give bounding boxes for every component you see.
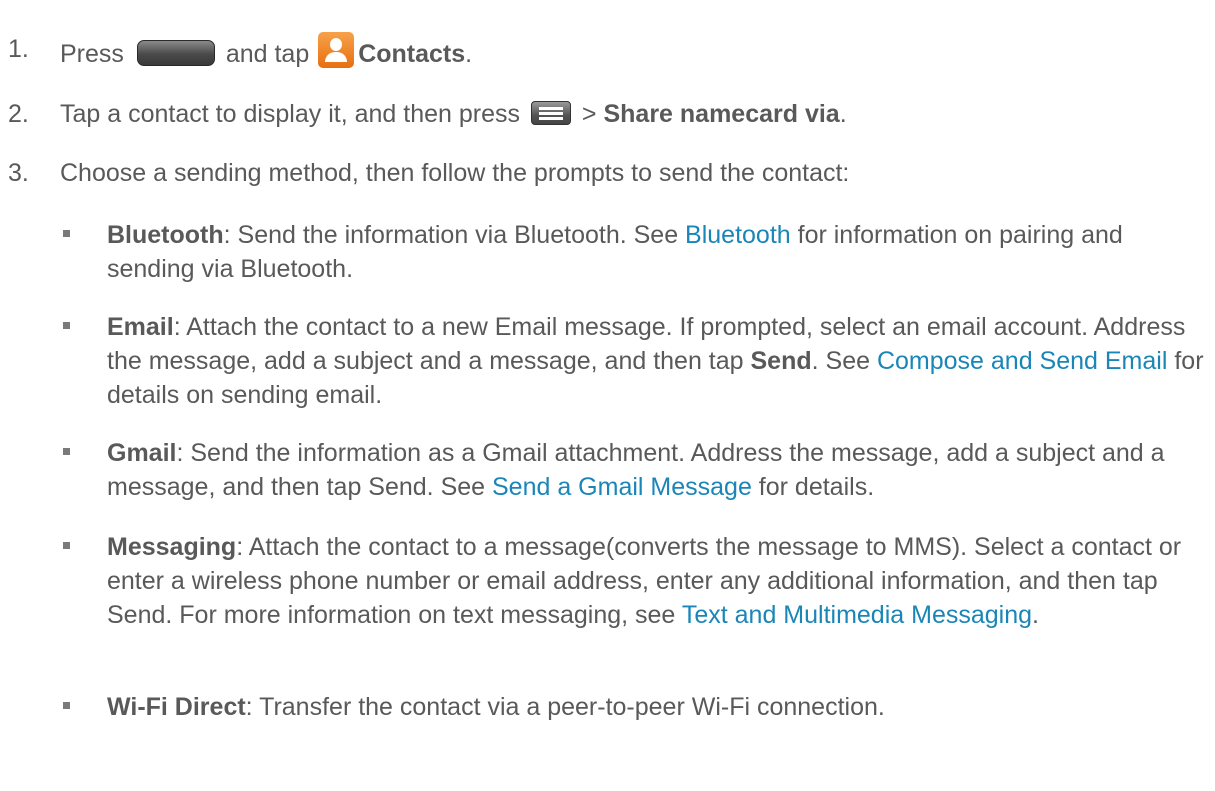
compose-send-email-link[interactable]: Compose and Send Email <box>877 347 1167 375</box>
home-key-icon <box>136 40 215 66</box>
step-number: 1. <box>8 35 29 63</box>
bullet-icon <box>63 230 70 237</box>
step-body: Choose a sending method, then follow the… <box>60 159 850 187</box>
share-namecard-label: Share namecard via <box>603 100 840 128</box>
send-gmail-message-link[interactable]: Send a Gmail Message <box>492 473 752 501</box>
step-number: 3. <box>8 159 29 187</box>
instructions-page: 1. Press and tap Contacts. 2. Tap a cont… <box>0 0 1215 791</box>
bluetooth-link[interactable]: Bluetooth <box>685 221 791 249</box>
bullet-icon <box>63 702 70 709</box>
bullet-icon <box>63 448 70 455</box>
step-body: Tap a contact to display it, and then pr… <box>60 100 847 128</box>
contacts-app-icon <box>318 32 355 68</box>
step-number: 2. <box>8 100 29 128</box>
text-multimedia-messaging-link[interactable]: Text and Multimedia Messaging <box>682 601 1032 629</box>
contacts-label: Contacts <box>358 40 466 68</box>
menu-key-icon <box>530 101 571 125</box>
step-body: Press and tap Contacts. <box>60 32 472 71</box>
bullet-icon <box>63 322 70 329</box>
bullet-icon <box>63 542 70 549</box>
